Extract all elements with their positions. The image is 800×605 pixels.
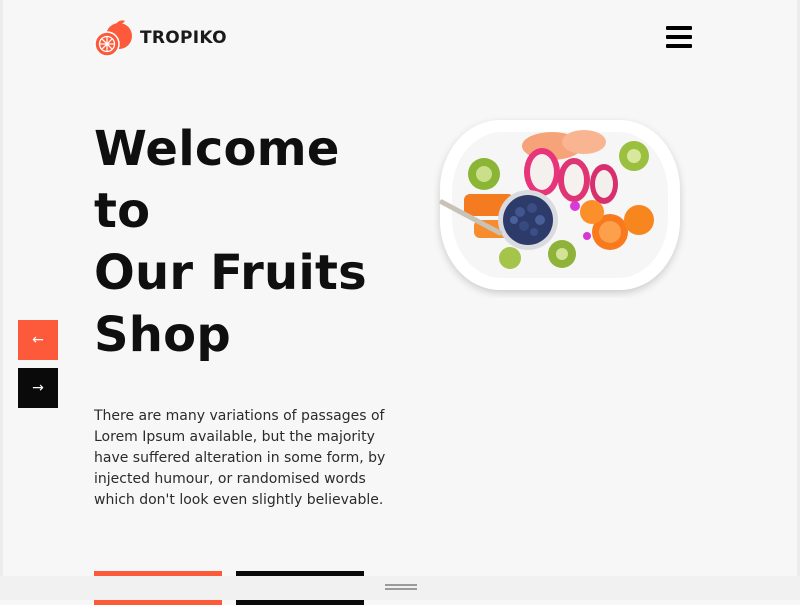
hero-title-line: Welcome	[94, 121, 340, 177]
arrow-right-icon: →	[32, 380, 44, 396]
bottom-sheet-bar	[0, 576, 800, 600]
hero-description: There are many variations of passages of…	[94, 408, 386, 508]
hamburger-menu-icon[interactable]	[666, 26, 692, 48]
slider-prev-button[interactable]: ←	[18, 320, 58, 360]
slider-next-button[interactable]: →	[18, 368, 58, 408]
hero-title-line: Our Fruits	[94, 245, 367, 301]
hero-title-line: to	[94, 183, 151, 239]
arrow-left-icon: ←	[32, 332, 44, 348]
hero-title-line: Shop	[94, 307, 231, 363]
orange-fruit-icon	[94, 20, 132, 57]
brand-name: TROPIKO	[140, 28, 227, 48]
fruit-platter-image	[439, 120, 680, 290]
hero-title: Welcome to Our Fruits Shop	[94, 118, 414, 366]
brand-logo[interactable]: TROPIKO	[94, 18, 227, 58]
drag-handle-icon[interactable]	[385, 584, 417, 591]
